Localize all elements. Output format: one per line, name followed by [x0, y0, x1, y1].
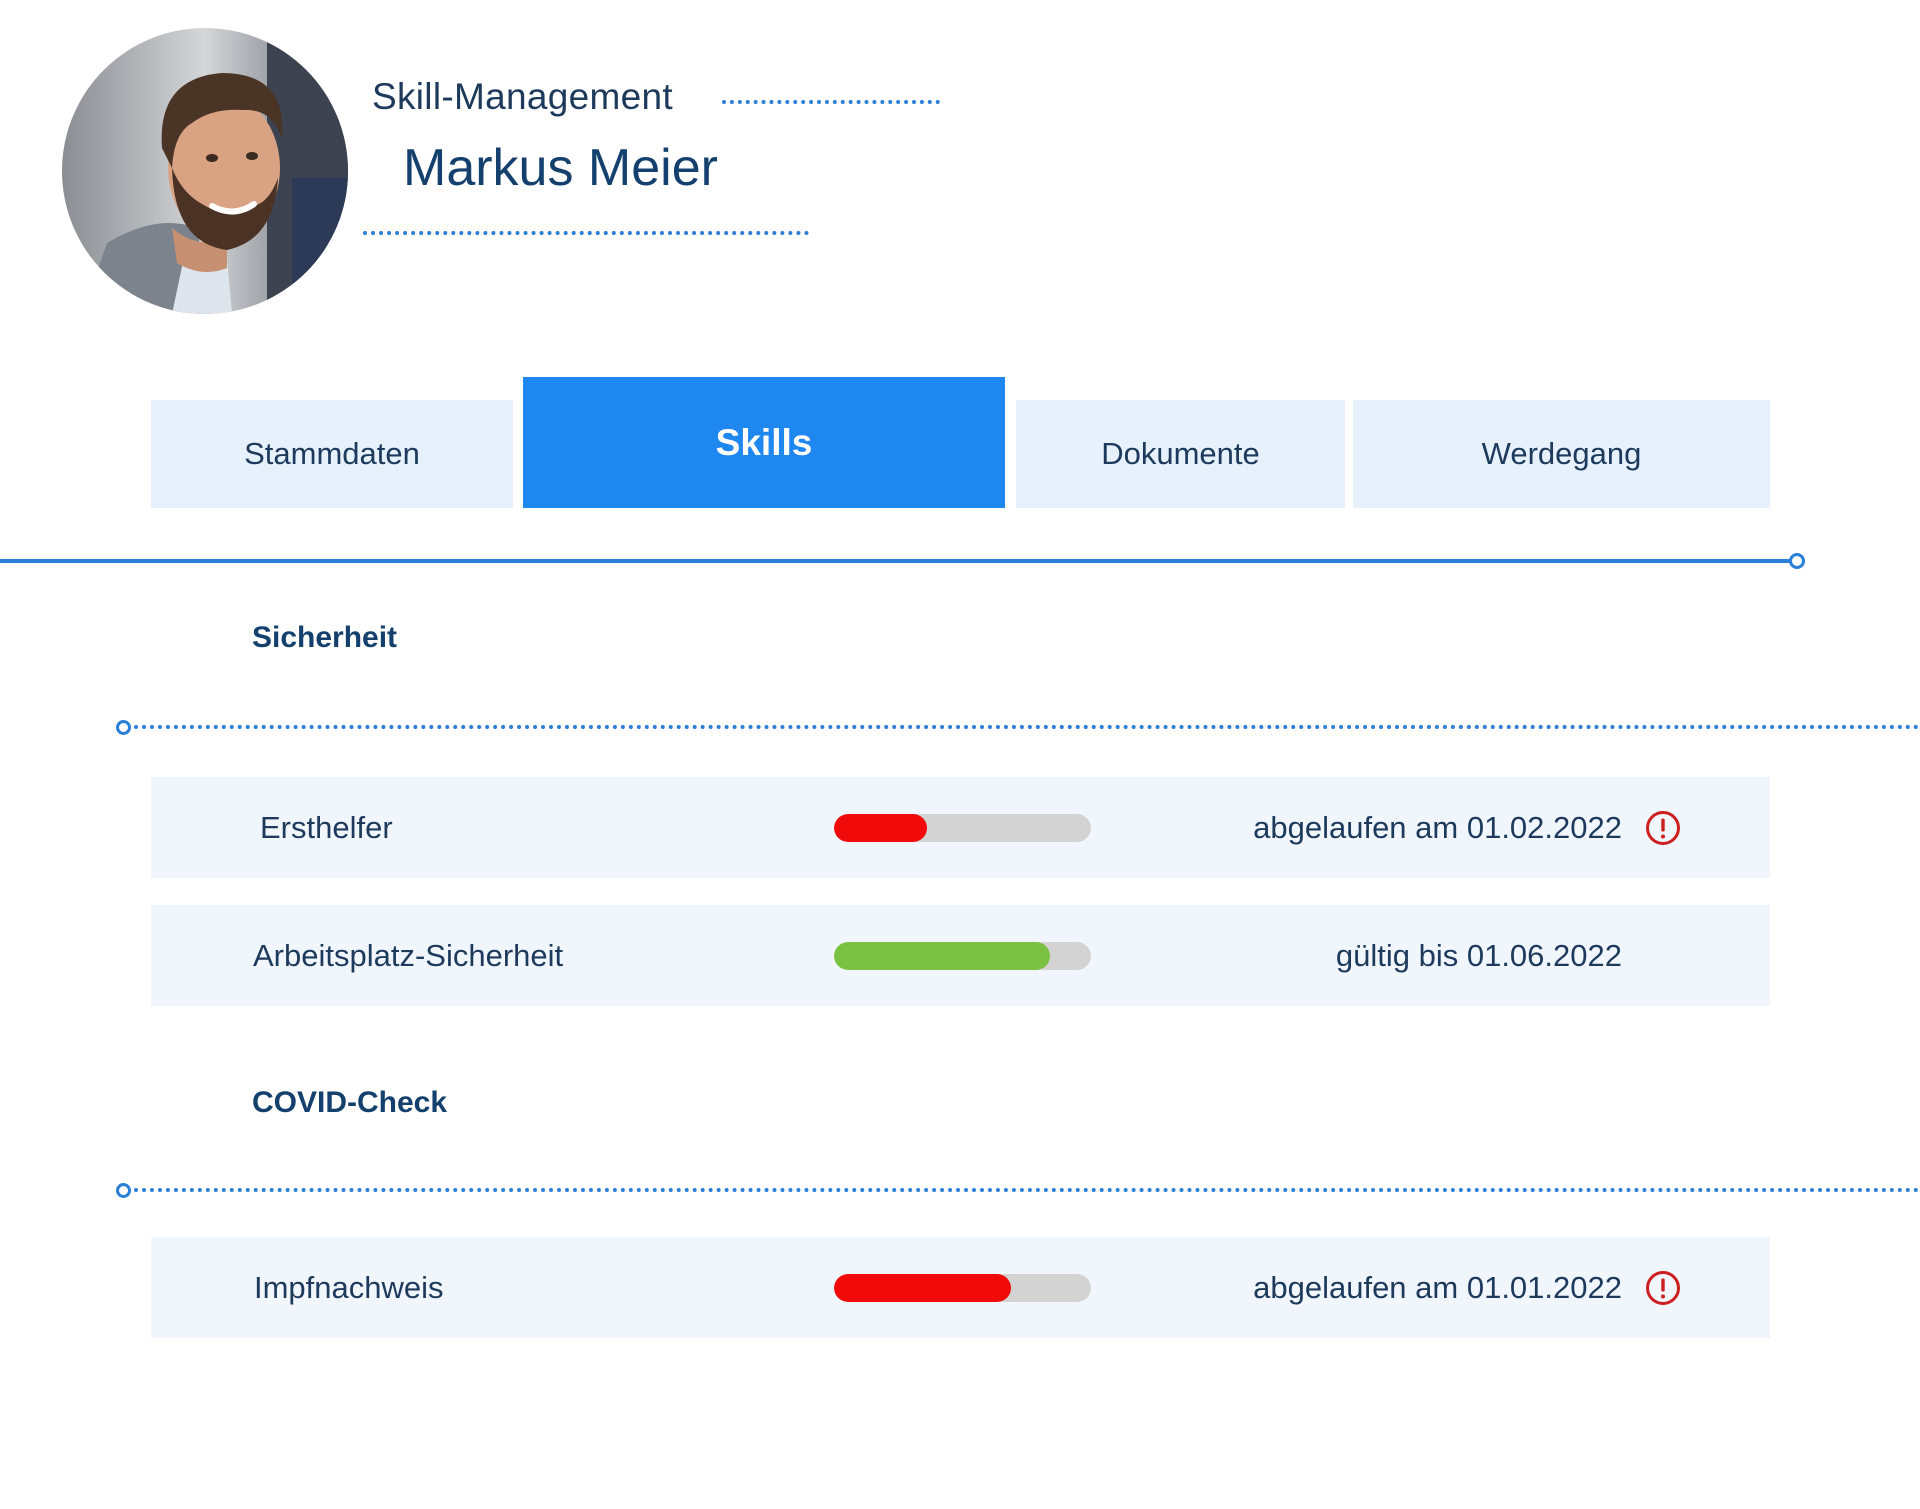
skill-progress-fill [834, 813, 927, 842]
skill-row-impfnachweis[interactable]: Impfnachweis abgelaufen am 01.01.2022 [151, 1237, 1770, 1338]
skill-name: Impfnachweis [254, 1269, 444, 1305]
skill-status-text: abgelaufen am 01.01.2022 [1253, 1269, 1622, 1305]
avatar [62, 28, 348, 314]
skill-row-ersthelfer[interactable]: Ersthelfer abgelaufen am 01.02.2022 [151, 777, 1770, 878]
skill-progress-bar [834, 941, 1091, 970]
skill-status-text: abgelaufen am 01.02.2022 [1253, 809, 1622, 845]
tab-divider-line [0, 559, 1795, 563]
tab-dokumente[interactable]: Dokumente [1016, 400, 1345, 508]
tab-werdegang[interactable]: Werdegang [1353, 400, 1770, 508]
skill-progress-bar [834, 813, 1091, 842]
skill-progress-bar [834, 1273, 1091, 1302]
exclamation-circle-icon[interactable] [1645, 1270, 1681, 1306]
app-title: Skill-Management [372, 76, 673, 117]
section-divider-dot [116, 720, 131, 735]
skill-name: Ersthelfer [260, 809, 393, 845]
divider-end-dot [1789, 553, 1805, 569]
decorative-dotted-line [363, 231, 809, 235]
section-divider-line [134, 725, 1920, 729]
tab-stammdaten[interactable]: Stammdaten [151, 400, 513, 508]
person-photo [62, 28, 348, 314]
skill-status-text: gültig bis 01.06.2022 [1335, 937, 1622, 973]
decorative-dotted-line [722, 100, 940, 104]
tab-skills[interactable]: Skills [523, 377, 1005, 508]
skill-name: Arbeitsplatz-Sicherheit [253, 937, 564, 973]
section-title-sicherheit: Sicherheit [252, 621, 398, 654]
skill-progress-fill [834, 941, 1050, 970]
exclamation-circle-icon[interactable] [1645, 810, 1681, 846]
skill-progress-fill [834, 1273, 1012, 1302]
skill-row-arbeitsplatz-sicherheit[interactable]: Arbeitsplatz-Sicherheit gültig bis 01.06… [151, 905, 1770, 1006]
person-name: Markus Meier [403, 139, 718, 197]
section-divider-line [134, 1188, 1920, 1192]
section-divider-dot [116, 1183, 131, 1198]
section-title-covid-check: COVID-Check [252, 1086, 448, 1119]
